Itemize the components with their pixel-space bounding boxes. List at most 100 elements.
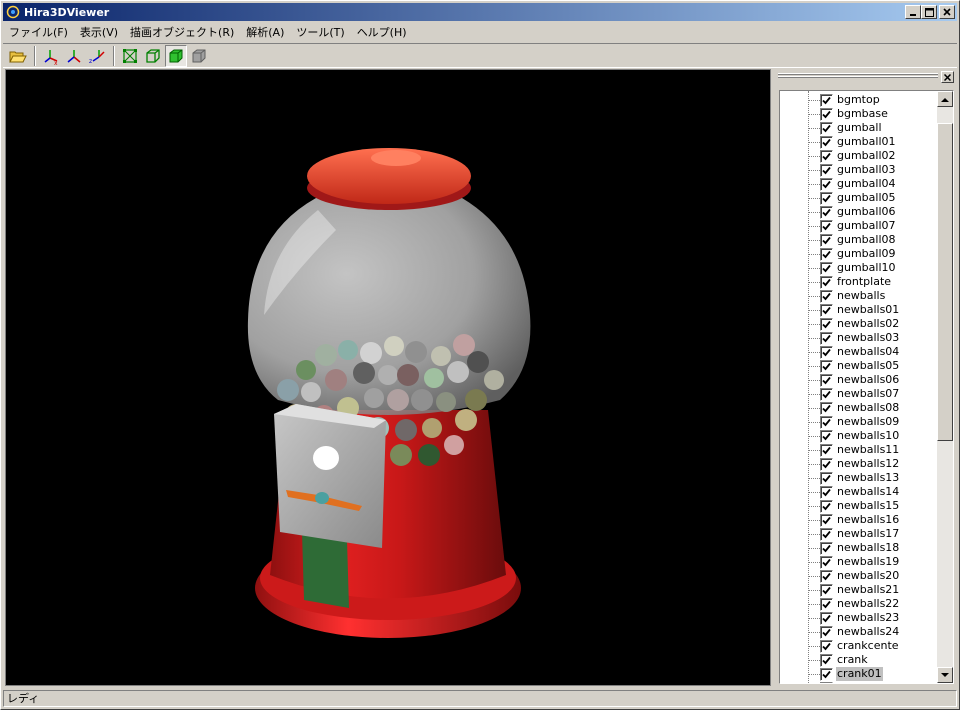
tree-item[interactable]: newballs08	[780, 401, 937, 415]
visibility-checkbox[interactable]	[820, 472, 833, 485]
tree-item[interactable]: newballs03	[780, 331, 937, 345]
visibility-checkbox[interactable]	[820, 640, 833, 653]
tree-item[interactable]: gumball02	[780, 149, 937, 163]
visibility-checkbox[interactable]	[820, 262, 833, 275]
object-tree[interactable]: bgmtop bgmbase gumball gumball01 gumball02 gu…	[779, 90, 954, 684]
visibility-checkbox[interactable]	[820, 444, 833, 457]
visibility-checkbox[interactable]	[820, 234, 833, 247]
tree-item[interactable]: newballs20	[780, 569, 937, 583]
visibility-checkbox[interactable]	[820, 682, 833, 683]
visibility-checkbox[interactable]	[820, 108, 833, 121]
panel-close-button[interactable]	[941, 71, 954, 83]
tree-scrollbar[interactable]	[937, 91, 953, 683]
tree-item[interactable]: gumball08	[780, 233, 937, 247]
visibility-checkbox[interactable]	[820, 164, 833, 177]
visibility-checkbox[interactable]	[820, 514, 833, 527]
tree-item[interactable]: gumball07	[780, 219, 937, 233]
open-button[interactable]	[7, 45, 29, 67]
visibility-checkbox[interactable]	[820, 206, 833, 219]
tree-item[interactable]: newballs07	[780, 387, 937, 401]
visibility-checkbox[interactable]	[820, 486, 833, 499]
tree-item[interactable]: gumball06	[780, 205, 937, 219]
tree-item[interactable]: gumball03	[780, 163, 937, 177]
axis-x-button[interactable]: x	[40, 45, 62, 67]
tree-item[interactable]: newballs21	[780, 583, 937, 597]
visibility-checkbox[interactable]	[820, 94, 833, 107]
menu-render-objects[interactable]: 描画オブジェクト(R)	[124, 24, 240, 40]
visibility-checkbox[interactable]	[820, 528, 833, 541]
visibility-checkbox[interactable]	[820, 458, 833, 471]
tree-item[interactable]: gumball	[780, 121, 937, 135]
scroll-down-button[interactable]	[937, 667, 953, 683]
visibility-checkbox[interactable]	[820, 626, 833, 639]
visibility-checkbox[interactable]	[820, 668, 833, 681]
tree-item[interactable]: newballs11	[780, 443, 937, 457]
visibility-checkbox[interactable]	[820, 654, 833, 667]
tree-item[interactable]: crankcen01	[780, 681, 937, 683]
visibility-checkbox[interactable]	[820, 122, 833, 135]
scroll-thumb[interactable]	[937, 123, 953, 441]
visibility-checkbox[interactable]	[820, 332, 833, 345]
3d-viewport[interactable]	[5, 69, 771, 686]
menu-file[interactable]: ファイル(F)	[3, 24, 74, 40]
tree-item[interactable]: crank01	[780, 667, 937, 681]
tree-item[interactable]: newballs18	[780, 541, 937, 555]
tree-item[interactable]: newballs04	[780, 345, 937, 359]
tree-item[interactable]: newballs	[780, 289, 937, 303]
visibility-checkbox[interactable]	[820, 304, 833, 317]
visibility-checkbox[interactable]	[820, 430, 833, 443]
tree-item[interactable]: newballs05	[780, 359, 937, 373]
title-bar[interactable]: Hira3DViewer	[3, 3, 957, 21]
visibility-checkbox[interactable]	[820, 178, 833, 191]
visibility-checkbox[interactable]	[820, 374, 833, 387]
visibility-checkbox[interactable]	[820, 192, 833, 205]
visibility-checkbox[interactable]	[820, 136, 833, 149]
tree-item[interactable]: crank	[780, 653, 937, 667]
tree-item[interactable]: newballs19	[780, 555, 937, 569]
menu-help[interactable]: ヘルプ(H)	[351, 24, 413, 40]
wireframe-button[interactable]	[119, 45, 141, 67]
scroll-up-button[interactable]	[937, 91, 953, 107]
tree-item[interactable]: gumball01	[780, 135, 937, 149]
close-button[interactable]	[939, 5, 955, 19]
tree-item[interactable]: gumball09	[780, 247, 937, 261]
tree-item[interactable]: newballs14	[780, 485, 937, 499]
tree-item[interactable]: newballs12	[780, 457, 937, 471]
tree-item[interactable]: newballs01	[780, 303, 937, 317]
visibility-checkbox[interactable]	[820, 542, 833, 555]
axis-y-button[interactable]	[63, 45, 85, 67]
visibility-checkbox[interactable]	[820, 276, 833, 289]
tree-item[interactable]: newballs06	[780, 373, 937, 387]
visibility-checkbox[interactable]	[820, 318, 833, 331]
tree-item[interactable]: newballs09	[780, 415, 937, 429]
visibility-checkbox[interactable]	[820, 612, 833, 625]
menu-view[interactable]: 表示(V)	[74, 24, 124, 40]
visibility-checkbox[interactable]	[820, 570, 833, 583]
tree-item[interactable]: bgmtop	[780, 93, 937, 107]
transparent-button[interactable]	[188, 45, 210, 67]
visibility-checkbox[interactable]	[820, 556, 833, 569]
tree-item[interactable]: crankcente	[780, 639, 937, 653]
visibility-checkbox[interactable]	[820, 598, 833, 611]
solid-shading-button[interactable]	[165, 44, 187, 67]
visibility-checkbox[interactable]	[820, 150, 833, 163]
tree-item[interactable]: gumball04	[780, 177, 937, 191]
maximize-button[interactable]	[921, 5, 937, 19]
tree-item[interactable]: newballs17	[780, 527, 937, 541]
visibility-checkbox[interactable]	[820, 416, 833, 429]
visibility-checkbox[interactable]	[820, 248, 833, 261]
minimize-button[interactable]	[905, 5, 921, 19]
menu-analysis[interactable]: 解析(A)	[240, 24, 290, 40]
visibility-checkbox[interactable]	[820, 388, 833, 401]
visibility-checkbox[interactable]	[820, 584, 833, 597]
tree-item[interactable]: newballs02	[780, 317, 937, 331]
visibility-checkbox[interactable]	[820, 346, 833, 359]
tree-item[interactable]: bgmbase	[780, 107, 937, 121]
tree-item[interactable]: newballs10	[780, 429, 937, 443]
tree-item[interactable]: newballs24	[780, 625, 937, 639]
axis-z-button[interactable]: z	[86, 45, 108, 67]
visibility-checkbox[interactable]	[820, 402, 833, 415]
tree-item[interactable]: newballs15	[780, 499, 937, 513]
tree-item[interactable]: newballs22	[780, 597, 937, 611]
tree-item[interactable]: newballs23	[780, 611, 937, 625]
